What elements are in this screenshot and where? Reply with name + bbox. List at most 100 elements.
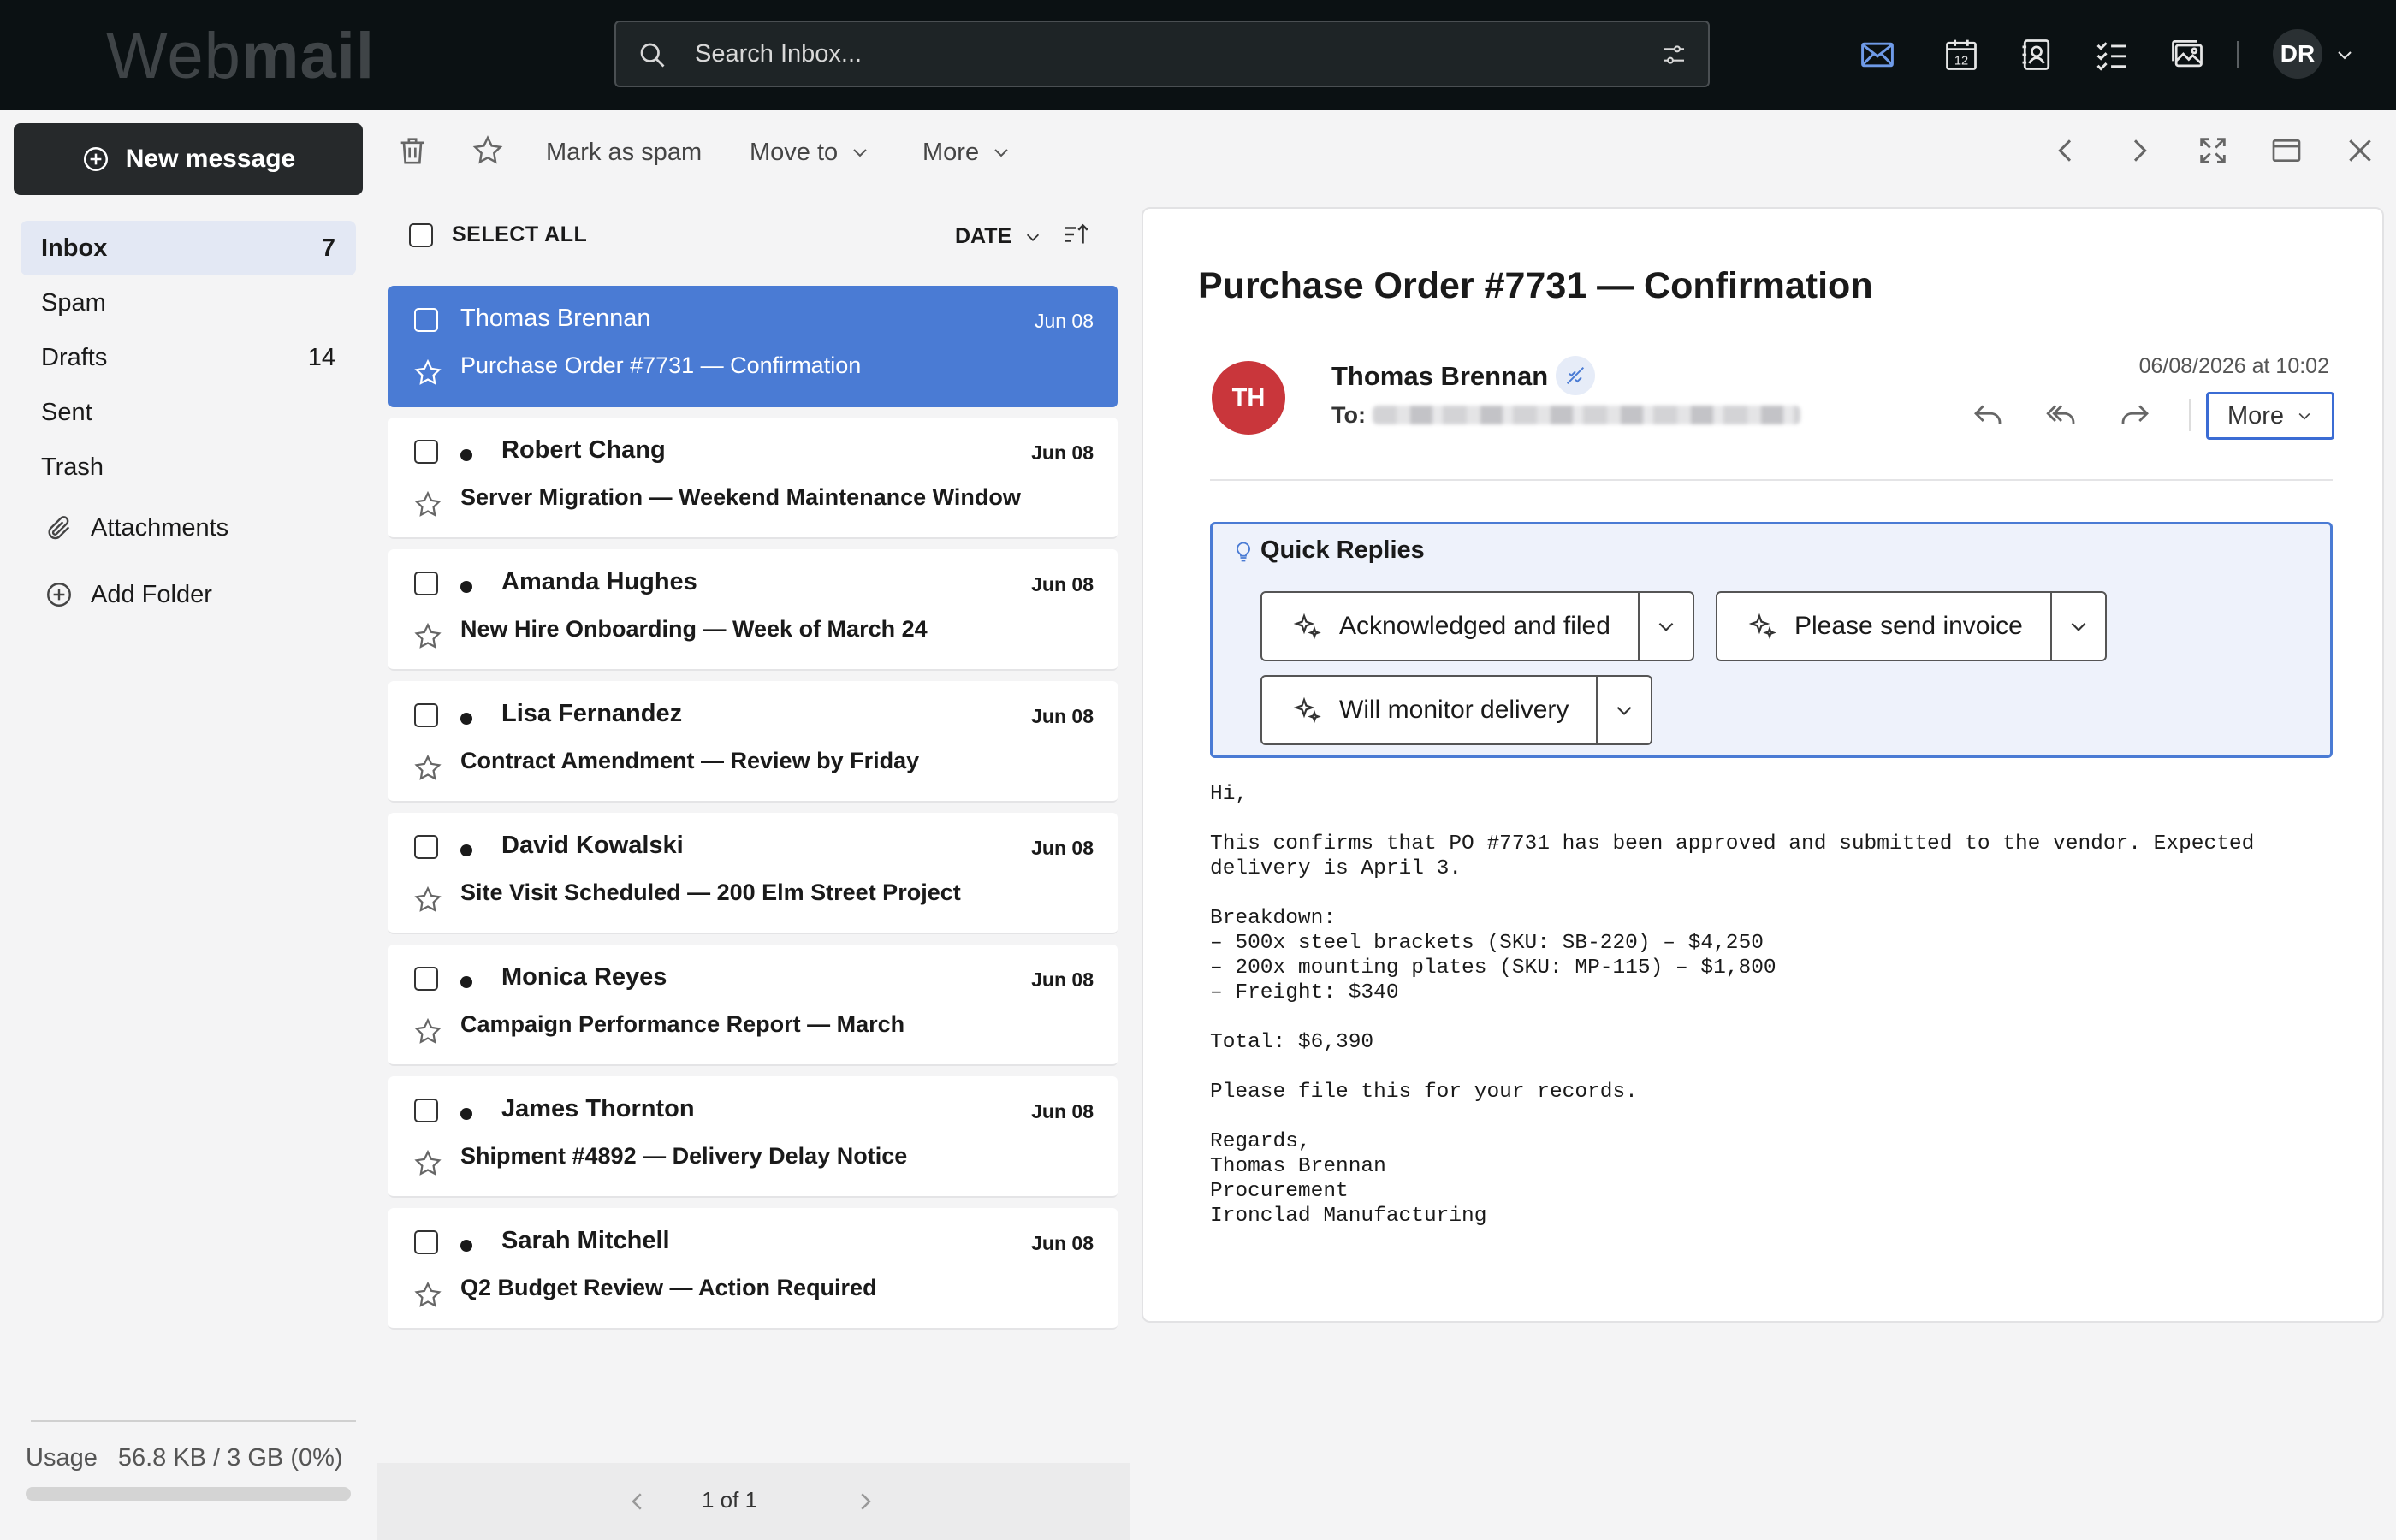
message-checkbox[interactable]	[414, 835, 438, 859]
chevron-down-icon	[853, 149, 867, 157]
add-folder-button[interactable]: Add Folder	[44, 573, 212, 616]
message-checkbox[interactable]	[414, 1230, 438, 1254]
chevron-down-icon	[2071, 622, 2086, 631]
attachments-link[interactable]: Attachments	[44, 506, 228, 549]
message-sender: Robert Chang	[501, 436, 666, 464]
message-list-item[interactable]: Monica Reyes Jun 08 Campaign Performance…	[388, 945, 1118, 1066]
folder-inbox[interactable]: Inbox 7	[21, 221, 356, 275]
message-checkbox[interactable]	[414, 967, 438, 991]
filter-options-icon[interactable]	[1660, 41, 1687, 68]
mail-icon[interactable]	[1859, 36, 1896, 74]
star-icon[interactable]	[412, 621, 443, 652]
search-icon	[640, 43, 665, 68]
folder-spam[interactable]: Spam	[21, 275, 356, 330]
attachments-label: Attachments	[91, 513, 229, 542]
tasks-icon[interactable]	[2093, 36, 2131, 74]
message-checkbox[interactable]	[414, 440, 438, 464]
select-all-checkbox[interactable]	[409, 222, 433, 247]
pagination-prev-icon[interactable]	[625, 1489, 650, 1514]
pagination-next-icon[interactable]	[852, 1489, 878, 1514]
quick-reply-main[interactable]: Please send invoice	[1717, 593, 2050, 660]
new-message-label: New message	[125, 145, 296, 173]
plus-circle-icon	[47, 583, 71, 607]
folder-label: Drafts	[41, 343, 108, 371]
quick-reply-dropdown[interactable]	[1596, 677, 1651, 743]
select-all[interactable]: SELECT ALL	[409, 222, 587, 247]
star-icon[interactable]	[412, 358, 443, 388]
folder-trash[interactable]: Trash	[21, 440, 356, 495]
quick-reply-dropdown[interactable]	[1637, 593, 1693, 660]
star-icon[interactable]	[412, 1016, 443, 1047]
unread-dot	[460, 976, 472, 988]
message-subject: Site Visit Scheduled — 200 Elm Street Pr…	[460, 880, 961, 905]
sender-avatar: TH	[1212, 361, 1285, 435]
quick-reply-send-invoice[interactable]: Please send invoice	[1716, 591, 2107, 661]
folder-sent[interactable]: Sent	[21, 385, 356, 440]
quick-reply-main[interactable]: Will monitor delivery	[1262, 677, 1596, 743]
lightbulb-icon	[1237, 542, 1250, 562]
message-sender: Lisa Fernandez	[501, 700, 683, 727]
layout-toggle-icon[interactable]	[2269, 133, 2304, 168]
sort-direction-icon[interactable]	[1061, 219, 1092, 250]
message-list-item[interactable]: David Kowalski Jun 08 Site Visit Schedul…	[388, 813, 1118, 934]
quick-reply-main[interactable]: Acknowledged and filed	[1262, 593, 1638, 660]
sparkle-icon	[1293, 696, 1321, 724]
contacts-icon[interactable]	[2018, 36, 2055, 74]
star-icon[interactable]	[412, 885, 443, 915]
star-icon[interactable]	[412, 1148, 443, 1179]
next-message-icon[interactable]	[2122, 133, 2156, 168]
message-list-item[interactable]: Sarah Mitchell Jun 08 Q2 Budget Review —…	[388, 1208, 1118, 1330]
quick-reply-acknowledged[interactable]: Acknowledged and filed	[1260, 591, 1694, 661]
message-list-item[interactable]: Robert Chang Jun 08 Server Migration — W…	[388, 418, 1118, 539]
message-body: Hi, This confirms that PO #7731 has been…	[1210, 783, 2255, 1228]
message-checkbox[interactable]	[414, 1099, 438, 1122]
quick-reply-dropdown[interactable]	[2049, 593, 2105, 660]
usage-divider	[31, 1420, 356, 1422]
message-checkbox[interactable]	[414, 572, 438, 595]
message-list-item[interactable]: Lisa Fernandez Jun 08 Contract Amendment…	[388, 681, 1118, 803]
message-sender: David Kowalski	[501, 832, 684, 859]
trash-icon[interactable]	[395, 133, 430, 168]
photos-icon[interactable]	[2168, 36, 2206, 74]
unread-dot	[460, 844, 472, 856]
new-message-button[interactable]: New message	[14, 123, 363, 195]
message-date: Jun 08	[1031, 1100, 1094, 1122]
more-dropdown[interactable]: More	[922, 132, 1011, 173]
message-date: Jun 08	[1034, 310, 1094, 332]
chevron-down-icon	[994, 149, 1008, 157]
user-avatar[interactable]: DR	[2273, 29, 2322, 79]
fullscreen-icon[interactable]	[2196, 133, 2230, 168]
move-to-dropdown[interactable]: Move to	[750, 132, 870, 173]
calendar-icon[interactable]: 12	[1942, 36, 1980, 74]
unread-dot	[460, 449, 472, 461]
mark-as-spam-button[interactable]: Mark as spam	[546, 132, 702, 173]
sender-name[interactable]: Thomas Brennan	[1331, 361, 1548, 392]
message-checkbox[interactable]	[414, 703, 438, 727]
star-icon[interactable]	[412, 1280, 443, 1311]
message-subject: Q2 Budget Review — Action Required	[460, 1275, 877, 1300]
chevron-down-icon[interactable]	[2334, 44, 2355, 65]
sort-dropdown[interactable]: DATE	[955, 224, 1042, 249]
app-logo[interactable]: Webmail	[106, 19, 375, 93]
message-list-item[interactable]: Thomas Brennan Jun 08 Purchase Order #77…	[388, 286, 1118, 407]
message-list-item[interactable]: James Thornton Jun 08 Shipment #4892 — D…	[388, 1076, 1118, 1198]
quick-reply-label: Will monitor delivery	[1339, 696, 1569, 724]
star-icon[interactable]	[471, 133, 505, 168]
close-icon[interactable]	[2343, 133, 2377, 168]
quick-reply-monitor-delivery[interactable]: Will monitor delivery	[1260, 675, 1653, 745]
paperclip-icon	[48, 516, 70, 540]
chevron-down-icon	[1617, 706, 1632, 715]
star-icon[interactable]	[412, 489, 443, 520]
message-date: Jun 08	[1031, 1232, 1094, 1254]
message-more-button[interactable]: More	[2206, 392, 2334, 440]
folder-drafts[interactable]: Drafts 14	[21, 330, 356, 385]
star-icon[interactable]	[412, 753, 443, 784]
search-input[interactable]	[695, 34, 1593, 74]
previous-message-icon[interactable]	[2049, 133, 2083, 168]
reply-all-icon[interactable]	[2043, 397, 2079, 433]
forward-icon[interactable]	[2117, 397, 2153, 433]
message-list-item[interactable]: Amanda Hughes Jun 08 New Hire Onboarding…	[388, 549, 1118, 671]
sparkle-icon	[1293, 613, 1321, 640]
message-checkbox[interactable]	[414, 308, 438, 332]
reply-icon[interactable]	[1970, 397, 2006, 433]
